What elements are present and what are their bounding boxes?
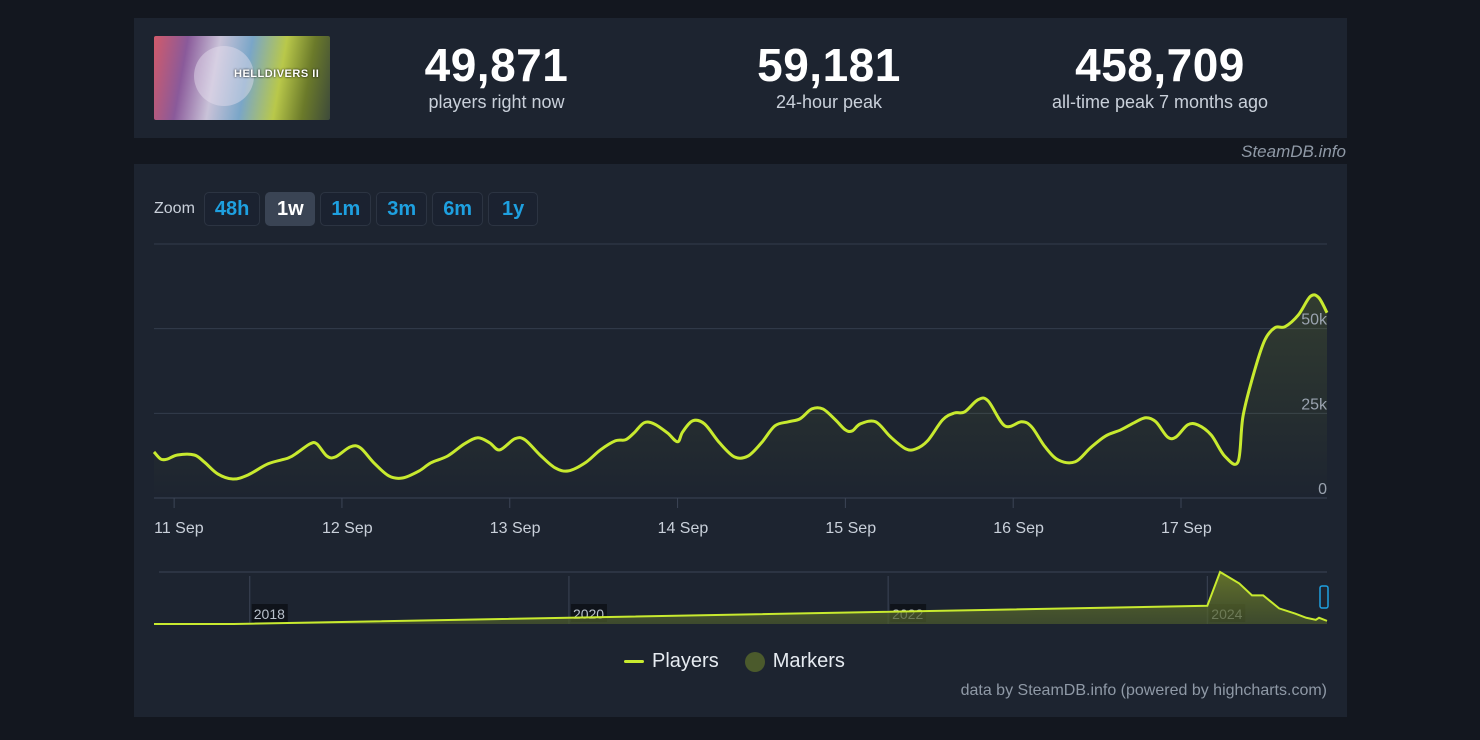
game-cover-image[interactable]: HELLDIVERS II: [154, 36, 330, 120]
x-tick-label: 11 Sep: [154, 520, 204, 537]
x-tick-label: 17 Sep: [1161, 520, 1212, 537]
x-tick-label: 12 Sep: [322, 520, 373, 537]
chart-credits-link[interactable]: data by SteamDB.info (powered by highcha…: [961, 682, 1327, 700]
stat-value: 59,181: [757, 39, 901, 91]
game-logo-text: HELLDIVERS II: [234, 68, 320, 80]
navigator-area: [154, 572, 1327, 624]
navigator-handle[interactable]: [1319, 585, 1329, 609]
navigator-year-label: 2018: [254, 606, 285, 622]
players-line-icon: [624, 660, 644, 663]
players-area: [154, 294, 1327, 498]
y-tick-label: 50k: [1301, 312, 1328, 329]
stat-label: 24-hour peak: [775, 92, 883, 112]
stat-24h-peak: 59,181 24-hour peak: [744, 40, 914, 114]
x-tick-label: 16 Sep: [993, 520, 1044, 537]
chart-legend: Players Markers: [624, 650, 845, 673]
stat-label: all-time peak 7 months ago: [1051, 92, 1269, 112]
stat-value: 458,709: [1075, 39, 1245, 91]
legend-item-players[interactable]: Players: [624, 650, 719, 673]
x-tick-label: 14 Sep: [658, 520, 709, 537]
legend-label-markers: Markers: [772, 650, 845, 672]
x-tick-label: 15 Sep: [825, 520, 876, 537]
chart-card: Zoom 48h 1w 1m 3m 6m 1y 11 Sep 12 Sep 13 S…: [134, 164, 1347, 717]
stat-label: players right now: [428, 92, 565, 112]
y-tick-label: 0: [1318, 481, 1327, 498]
player-chart[interactable]: 11 Sep 12 Sep 13 Sep 14 Sep 15 Sep 16 Sep 17 S…: [134, 164, 1347, 717]
legend-label-players: Players: [652, 650, 719, 672]
x-tick-label: 13 Sep: [490, 520, 541, 537]
stat-all-time-peak: 458,709 all-time peak 7 months ago: [1029, 40, 1291, 114]
stats-card: HELLDIVERS II 49,871 players right now 5…: [134, 18, 1347, 138]
legend-item-markers[interactable]: Markers: [744, 650, 845, 673]
y-tick-label: 25k: [1301, 396, 1328, 413]
stat-current-players: 49,871 players right now: [404, 40, 589, 114]
stat-value: 49,871: [424, 39, 569, 91]
steamdb-brand-link[interactable]: SteamDB.info: [1241, 142, 1346, 162]
markers-dot-icon: [744, 651, 765, 672]
